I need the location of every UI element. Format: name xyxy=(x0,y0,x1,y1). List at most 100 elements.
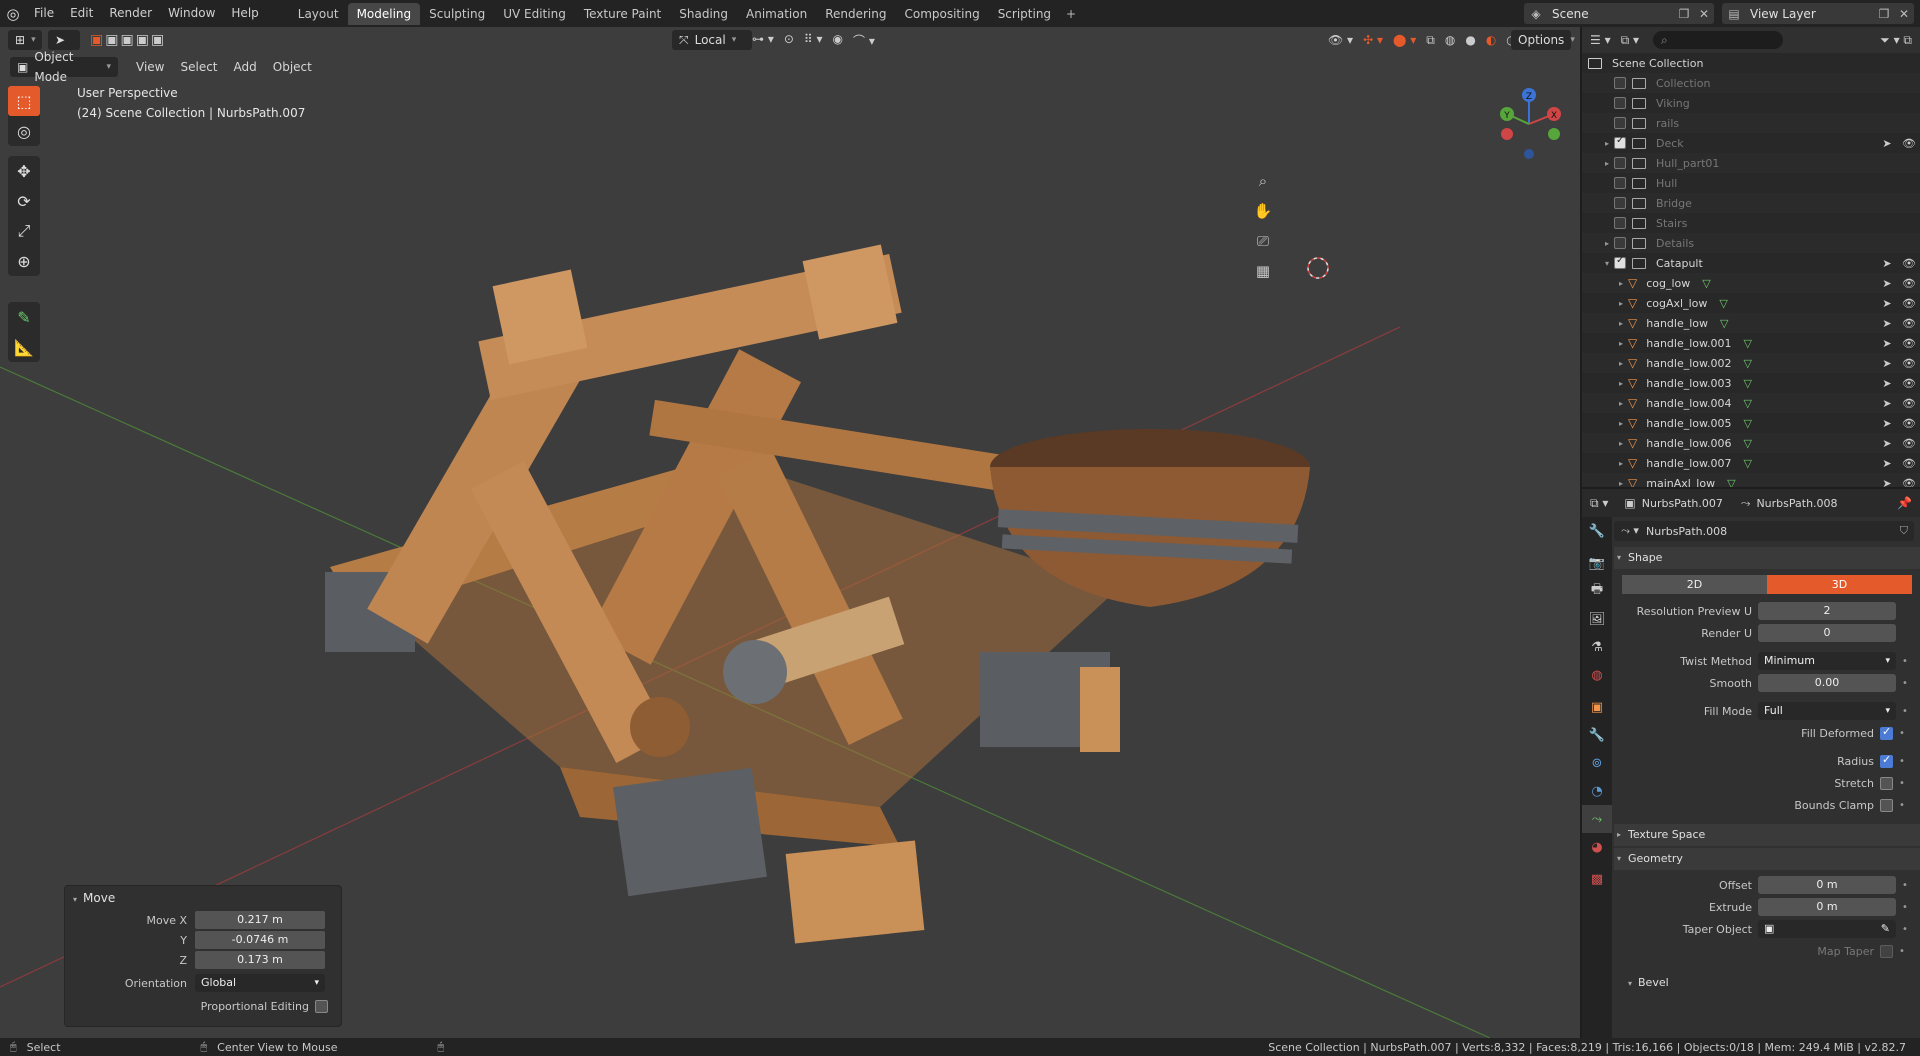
scene-collection-row[interactable]: Scene Collection xyxy=(1582,53,1920,73)
outliner-collection-row[interactable]: Bridge xyxy=(1582,193,1920,213)
select-tool-icon[interactable]: ⬚ xyxy=(8,86,40,116)
tool-tab-icon[interactable]: 🔧 xyxy=(1582,517,1612,545)
datablock-selector[interactable]: ⤳ ▾ NurbsPath.008 ⛉ xyxy=(1614,521,1914,541)
stretch-checkbox[interactable] xyxy=(1880,776,1893,790)
outliner-object-row[interactable]: ▸ ▽ cogAxl_low ▽ ➤ 👁 xyxy=(1582,293,1920,313)
exclude-checkbox[interactable] xyxy=(1614,197,1626,209)
view-layer-tab-icon[interactable]: 🖼 xyxy=(1582,605,1612,633)
duplicate-view-layer-icon[interactable]: ❐ xyxy=(1874,7,1894,21)
annotate-tool-icon[interactable]: ✎ xyxy=(8,302,40,332)
visibility-icon[interactable]: 👁 ▾ xyxy=(1328,33,1353,47)
selectable-toggle-icon[interactable]: ➤ xyxy=(1876,377,1898,390)
operator-title[interactable]: ▾ Move xyxy=(65,886,341,910)
select-intersect-icon[interactable]: ▣ xyxy=(151,32,164,48)
extrude-field[interactable]: 0 m xyxy=(1758,898,1896,916)
outliner-collection-row[interactable]: ▸ Details xyxy=(1582,233,1920,253)
rotate-tool-icon[interactable]: ⟳ xyxy=(8,186,40,216)
fake-user-shield-icon[interactable]: ⛉ xyxy=(1900,524,1908,538)
expand-arrow-icon[interactable]: ▸ xyxy=(1600,139,1614,148)
orientation-select[interactable]: Global ▾ xyxy=(195,974,325,992)
mesh-data-icon[interactable]: ▽ xyxy=(1744,437,1752,450)
menu-render[interactable]: Render xyxy=(101,0,160,27)
menu-view[interactable]: View xyxy=(128,54,172,80)
texture-tab-icon[interactable]: ▩ xyxy=(1582,865,1612,893)
smooth-field[interactable]: 0.00 xyxy=(1758,674,1896,692)
visibility-eye-icon[interactable]: 👁 xyxy=(1898,257,1920,270)
outliner-object-row[interactable]: ▸ ▽ handle_low.003 ▽ ➤ 👁 xyxy=(1582,373,1920,393)
blender-logo-icon[interactable]: ◎ xyxy=(0,0,26,27)
smooth-keyframe-icon[interactable]: • xyxy=(1896,678,1914,689)
outliner-object-row[interactable]: ▸ ▽ handle_low ▽ ➤ 👁 xyxy=(1582,313,1920,333)
exclude-checkbox[interactable] xyxy=(1614,117,1626,129)
render-tab-icon[interactable]: 📷 xyxy=(1582,549,1612,577)
collapse-arrow-icon[interactable]: ▾ xyxy=(73,895,77,904)
outliner-editor-type-icon[interactable]: ☰ ▾ xyxy=(1590,33,1611,47)
exclude-checkbox[interactable] xyxy=(1614,135,1626,149)
camera-view-icon[interactable]: ⎚ xyxy=(1250,228,1276,254)
scale-tool-icon[interactable]: ⤢ xyxy=(8,216,40,246)
shading-wireframe-icon[interactable]: ◍ xyxy=(1445,33,1455,47)
mesh-data-icon[interactable]: ▽ xyxy=(1744,337,1752,350)
radius-keyframe-icon[interactable]: • xyxy=(1893,756,1911,767)
expand-arrow-icon[interactable]: ▸ xyxy=(1614,439,1628,448)
select-invert-icon[interactable]: ▣ xyxy=(136,32,149,48)
mesh-data-icon[interactable]: ▽ xyxy=(1719,297,1727,310)
visibility-eye-icon[interactable]: 👁 xyxy=(1898,377,1920,390)
outliner-collection-row[interactable]: Collection xyxy=(1582,73,1920,93)
taper-keyframe-icon[interactable]: • xyxy=(1896,924,1914,935)
fill-mode-select[interactable]: Full ▾ xyxy=(1758,702,1896,720)
navigation-gizmo[interactable]: Z X Y xyxy=(1494,87,1564,161)
selectable-toggle-icon[interactable]: ➤ xyxy=(1876,357,1898,370)
select-subtract-icon[interactable]: ▣ xyxy=(120,32,133,48)
tab-shading[interactable]: Shading xyxy=(670,3,737,25)
expand-arrow-icon[interactable]: ▸ xyxy=(1600,239,1614,248)
scene-selector[interactable]: ◈ Scene ❐ ✕ xyxy=(1524,3,1714,24)
fill-deformed-checkbox[interactable] xyxy=(1880,725,1893,740)
mesh-data-icon[interactable]: ▽ xyxy=(1744,357,1752,370)
selectable-toggle-icon[interactable]: ➤ xyxy=(1876,397,1898,410)
selectable-toggle-icon[interactable]: ➤ xyxy=(1876,277,1898,290)
shading-material-icon[interactable]: ◐ xyxy=(1486,33,1496,47)
bounds-clamp-checkbox[interactable] xyxy=(1880,798,1893,812)
visibility-eye-icon[interactable]: 👁 xyxy=(1898,477,1920,488)
particles-tab-icon[interactable]: ⊚ xyxy=(1582,749,1612,777)
select-extend-icon[interactable]: ▣ xyxy=(105,32,118,48)
visibility-eye-icon[interactable]: 👁 xyxy=(1898,297,1920,310)
object-tab-icon[interactable]: ▣ xyxy=(1582,693,1612,721)
output-tab-icon[interactable]: 🖶 xyxy=(1582,577,1612,605)
snap-icon[interactable]: ⊙ xyxy=(784,32,794,49)
radius-checkbox[interactable] xyxy=(1880,753,1893,768)
visibility-eye-icon[interactable]: 👁 xyxy=(1898,437,1920,450)
object-breadcrumb[interactable]: NurbsPath.007 xyxy=(1642,497,1723,510)
bounds-clamp-keyframe-icon[interactable]: • xyxy=(1893,800,1911,811)
mesh-data-icon[interactable]: ▽ xyxy=(1744,457,1752,470)
tab-sculpting[interactable]: Sculpting xyxy=(420,3,494,25)
dimensions-3d-button[interactable]: 3D xyxy=(1767,575,1912,594)
dimensions-2d-button[interactable]: 2D xyxy=(1622,575,1767,594)
geometry-section-header[interactable]: ▾ Geometry xyxy=(1614,848,1920,870)
selectable-toggle-icon[interactable]: ➤ xyxy=(1876,297,1898,310)
expand-arrow-icon[interactable]: ▾ xyxy=(1600,259,1614,268)
tab-layout[interactable]: Layout xyxy=(289,3,348,25)
visibility-eye-icon[interactable]: 👁 xyxy=(1898,317,1920,330)
offset-keyframe-icon[interactable]: • xyxy=(1896,880,1914,891)
tab-rendering[interactable]: Rendering xyxy=(816,3,895,25)
expand-arrow-icon[interactable]: ▸ xyxy=(1600,159,1614,168)
mesh-data-icon[interactable]: ▽ xyxy=(1744,377,1752,390)
eyedropper-icon[interactable]: ✎ xyxy=(1881,920,1890,938)
menu-window[interactable]: Window xyxy=(160,0,223,27)
options-button[interactable]: Options ▾ xyxy=(1511,30,1575,50)
transform-tool-icon[interactable]: ⊕ xyxy=(8,246,40,276)
properties-editor-type-icon[interactable]: ⧉ ▾ xyxy=(1590,496,1608,511)
transform-orientation-select[interactable]: ⤧ Local ▾ xyxy=(672,30,752,50)
proportional-editing-checkbox[interactable] xyxy=(315,999,328,1013)
outliner-search-input[interactable]: ⌕ xyxy=(1653,31,1784,49)
expand-arrow-icon[interactable]: ▸ xyxy=(1614,299,1628,308)
selectable-toggle-icon[interactable]: ➤ xyxy=(1876,257,1898,270)
shape-section-header[interactable]: ▾ Shape xyxy=(1614,547,1920,569)
outliner-object-row[interactable]: ▸ ▽ handle_low.004 ▽ ➤ 👁 xyxy=(1582,393,1920,413)
mesh-data-icon[interactable]: ▽ xyxy=(1744,397,1752,410)
tab-compositing[interactable]: Compositing xyxy=(895,3,988,25)
offset-field[interactable]: 0 m xyxy=(1758,876,1896,894)
outliner-collection-row[interactable]: Stairs xyxy=(1582,213,1920,233)
